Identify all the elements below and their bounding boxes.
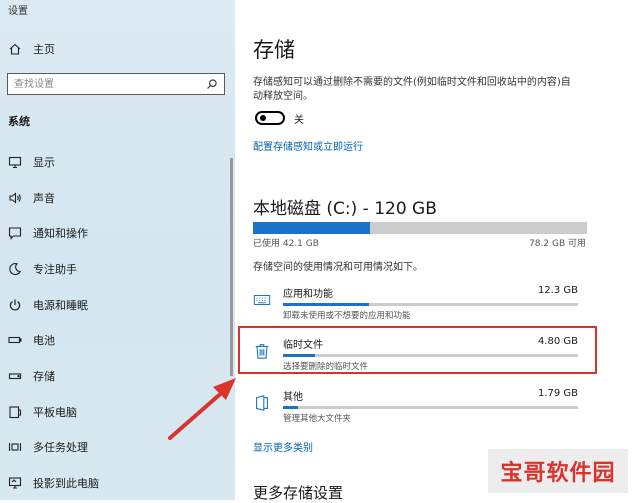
power-icon [8,298,22,312]
multitask-icon [8,440,22,454]
disk-used-text: 已使用 42.1 GB [253,239,319,249]
category-name: 其他 [283,392,303,403]
storage-sense-description: 存储感知可以通过删除不需要的文件(例如临时文件和回收站中的内容)自动释放空间。 [253,77,571,102]
search-icon[interactable] [203,75,221,93]
category-size: 12.3 GB [537,285,578,296]
sidebar-item-label: 存储 [33,370,55,383]
disk-usage-bar [253,222,587,234]
notification-icon [8,226,22,240]
temp-files-highlight-box [238,326,597,374]
search-box[interactable] [7,73,225,95]
storage-icon [8,369,22,383]
disk-usage-fill [253,222,370,234]
disk-title: 本地磁盘 (C:) - 120 GB [253,199,437,219]
watermark-logo: 宝哥软件园 [488,449,628,493]
tablet-icon [8,405,22,419]
sidebar-item-power-sleep[interactable]: 电源和睡眠 [0,294,232,316]
sidebar-item-battery[interactable]: 电池 [0,329,232,351]
show-more-categories-link[interactable]: 显示更多类别 [253,439,313,454]
speaker-icon [8,191,22,205]
sidebar-item-label: 电池 [33,334,55,347]
home-icon [8,42,22,56]
search-input[interactable] [8,77,203,91]
category-bar [283,303,578,306]
project-icon [8,476,22,490]
usage-description: 存储空间的使用情况和可用情况如下。 [253,262,423,273]
sidebar-item-storage[interactable]: 存储 [0,365,232,387]
category-size: 1.79 GB [537,388,578,399]
sidebar-item-label: 多任务处理 [33,441,88,454]
category-apps-features[interactable]: 应用和功能 12.3 GB 卸载未使用或不想要的应用和功能 [235,285,633,325]
sidebar-item-label: 投影到此电脑 [33,477,99,490]
configure-storage-sense-link[interactable]: 配置存储感知或立即运行 [253,138,363,153]
window-title: 设置 [8,6,28,17]
toggle-state-label: 关 [294,115,304,126]
sidebar-item-label: 主页 [33,43,55,56]
sidebar-item-tablet[interactable]: 平板电脑 [0,401,232,423]
category-bar-fill [283,303,369,306]
section-label: 系统 [8,115,30,128]
sidebar-item-label: 平板电脑 [33,406,77,419]
moon-icon [8,262,22,276]
page-title: 存储 [253,38,295,62]
category-description: 卸载未使用或不想要的应用和功能 [283,311,411,321]
category-other[interactable]: 其他 1.79 GB 管理其他大文件夹 [235,388,633,428]
sidebar-item-home[interactable]: 主页 [0,38,232,60]
folder-icon [251,392,273,414]
storage-sense-toggle[interactable] [255,111,285,125]
toggle-knob [260,115,266,121]
sidebar-item-multitasking[interactable]: 多任务处理 [0,436,232,458]
category-bar [283,406,578,409]
sidebar-item-focus-assist[interactable]: 专注助手 [0,258,232,280]
settings-sidebar: 设置 主页 系统 显示 声音 通知和操作 专注助手 [0,0,235,500]
keyboard-icon [251,289,273,311]
category-description: 管理其他大文件夹 [283,414,352,424]
category-bar-fill [283,406,298,409]
sidebar-item-notifications[interactable]: 通知和操作 [0,222,232,244]
battery-icon [8,333,22,347]
sidebar-item-label: 电源和睡眠 [33,299,88,312]
storage-page: 存储 存储感知可以通过删除不需要的文件(例如临时文件和回收站中的内容)自动释放空… [235,0,633,502]
sidebar-item-label: 通知和操作 [33,227,88,240]
sidebar-item-display[interactable]: 显示 [0,151,232,173]
disk-available-text: 78.2 GB 可用 [529,239,586,249]
category-name: 应用和功能 [283,289,333,300]
sidebar-item-label: 专注助手 [33,263,77,276]
sidebar-item-sound[interactable]: 声音 [0,187,232,209]
sidebar-item-label: 声音 [33,192,55,205]
sidebar-item-project[interactable]: 投影到此电脑 [0,472,232,494]
sidebar-scrollbar[interactable] [230,158,233,376]
sidebar-item-label: 显示 [33,156,55,169]
monitor-icon [8,155,22,169]
